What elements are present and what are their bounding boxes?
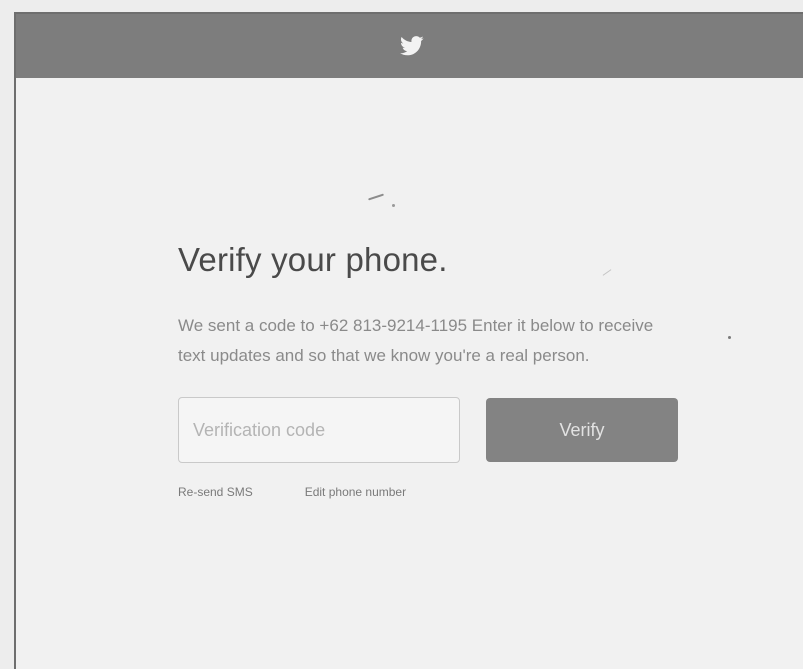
screen-speck [368, 193, 384, 201]
edit-phone-number-link[interactable]: Edit phone number [305, 485, 406, 499]
top-bar [16, 14, 803, 78]
page-background: Verify your phone. We sent a code to +62… [0, 0, 803, 669]
verify-panel: Verify your phone. We sent a code to +62… [178, 240, 698, 499]
twitter-bird-icon[interactable] [399, 36, 424, 56]
resend-sms-link[interactable]: Re-send SMS [178, 485, 253, 499]
screen-speck [728, 336, 731, 339]
page-title: Verify your phone. [178, 241, 448, 278]
verify-form: Verify [178, 397, 698, 463]
screen-speck [392, 204, 395, 207]
verify-links: Re-send SMS Edit phone number [178, 485, 698, 499]
verification-code-input[interactable] [178, 397, 460, 463]
verify-button[interactable]: Verify [486, 398, 678, 462]
verify-description: We sent a code to +62 813-9214-1195 Ente… [178, 316, 654, 365]
